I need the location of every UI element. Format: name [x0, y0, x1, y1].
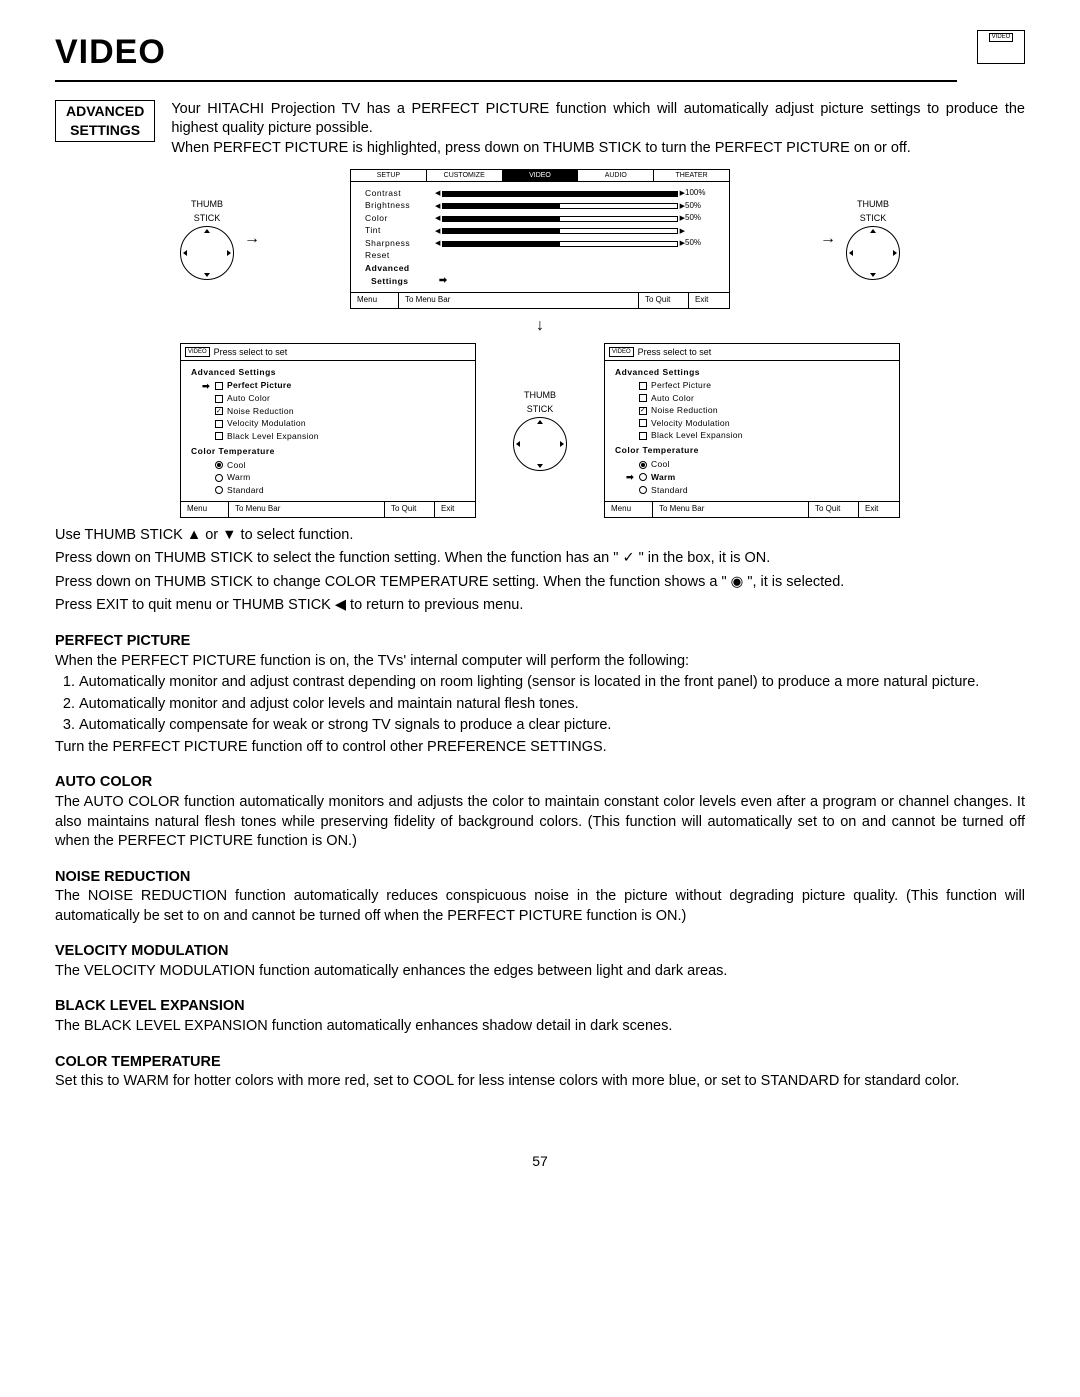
noise-reduction-text: The NOISE REDUCTION function automatical…	[55, 887, 1025, 926]
velocity-modulation-text: The VELOCITY MODULATION function automat…	[55, 962, 1025, 982]
advanced-settings-label-box: ADVANCED SETTINGS	[55, 100, 155, 142]
advanced-settings-panel-right: VIDEOPress select to set Advanced Settin…	[604, 343, 900, 518]
instruction-block: Use THUMB STICK ▲ or ▼ to select functio…	[55, 526, 1025, 616]
black-level-text: The BLACK LEVEL EXPANSION function autom…	[55, 1017, 1025, 1037]
perfect-picture-list: Automatically monitor and adjust contras…	[55, 673, 1025, 736]
intro-paragraph: Your HITACHI Projection TV has a PERFECT…	[171, 100, 1025, 159]
thumb-stick-right: THUMB STICK	[846, 198, 900, 280]
menu-diagram: THUMB STICK → SETUP CUSTOMIZE VIDEO AUDI…	[180, 169, 900, 518]
auto-color-text: The AUTO COLOR function automatically mo…	[55, 793, 1025, 852]
arrow-down-icon: ↓	[536, 317, 544, 334]
perfect-picture-heading: PERFECT PICTURE	[55, 632, 1025, 652]
noise-reduction-heading: NOISE REDUCTION	[55, 868, 1025, 888]
arrow-right-icon: →	[820, 228, 836, 250]
page-title: VIDEO	[55, 30, 957, 82]
black-level-heading: BLACK LEVEL EXPANSION	[55, 997, 1025, 1017]
color-temperature-text: Set this to WARM for hotter colors with …	[55, 1072, 1025, 1092]
video-menu-panel: SETUP CUSTOMIZE VIDEO AUDIO THEATER Cont…	[350, 169, 730, 309]
color-temperature-heading: COLOR TEMPERATURE	[55, 1053, 1025, 1073]
thumb-stick-middle: THUMB STICK	[513, 389, 567, 471]
thumb-stick-left: THUMB STICK	[180, 198, 234, 280]
perfect-picture-intro: When the PERFECT PICTURE function is on,…	[55, 652, 1025, 672]
auto-color-heading: AUTO COLOR	[55, 773, 1025, 793]
page-number: 57	[55, 1152, 1025, 1171]
velocity-modulation-heading: VELOCITY MODULATION	[55, 942, 1025, 962]
perfect-picture-end: Turn the PERFECT PICTURE function off to…	[55, 738, 1025, 758]
video-mini-icon: VIDEO	[977, 30, 1025, 64]
advanced-settings-panel-left: VIDEOPress select to set Advanced Settin…	[180, 343, 476, 518]
arrow-right-icon: →	[244, 228, 260, 250]
